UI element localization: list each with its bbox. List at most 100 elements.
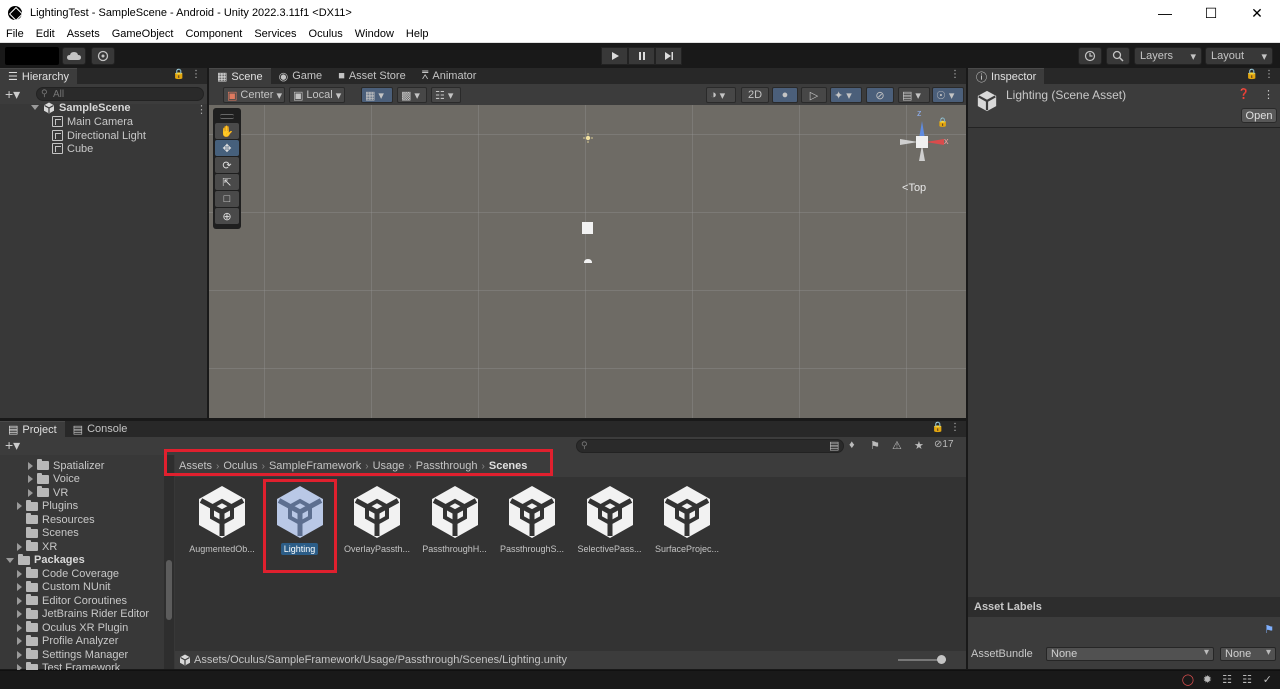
project-tree-item[interactable]: Custom NUnit xyxy=(17,580,110,594)
more-icon[interactable]: ⋮ xyxy=(1263,88,1274,101)
tab-inspector[interactable]: ⓘ Inspector xyxy=(968,68,1045,84)
camera-settings-button[interactable]: ▤ ▾ xyxy=(898,87,930,103)
pivot-center-dropdown[interactable]: ▣ Center ▾ xyxy=(223,87,285,103)
search-icon[interactable] xyxy=(1106,47,1130,65)
palette-grip[interactable] xyxy=(220,114,234,119)
search-by-type-icon[interactable]: ▤ xyxy=(829,439,839,452)
project-tree-item[interactable]: Oculus XR Plugin xyxy=(17,621,128,634)
tab-console[interactable]: ▤ Console xyxy=(65,421,136,437)
menu-component[interactable]: Component xyxy=(179,28,248,40)
project-tree-item[interactable]: Spatializer xyxy=(28,459,104,472)
lock-icon[interactable]: 🔒 xyxy=(932,422,944,433)
account-dropdown[interactable] xyxy=(5,47,59,65)
check-icon[interactable]: ✓ xyxy=(1263,673,1272,686)
menu-assets[interactable]: Assets xyxy=(61,28,106,40)
menu-file[interactable]: File xyxy=(0,28,30,40)
menu-window[interactable]: Window xyxy=(349,28,400,40)
expand-arrow-icon[interactable] xyxy=(28,461,33,470)
more-icon[interactable]: ⋮ xyxy=(196,103,207,116)
asset-item[interactable]: OverlayPassth... xyxy=(340,484,414,555)
tab-hierarchy[interactable]: ☰ Hierarchy xyxy=(0,68,77,84)
collab-icon[interactable] xyxy=(91,47,115,65)
camera-gizmo-icon[interactable] xyxy=(583,256,593,268)
project-tree-item[interactable]: Code Coverage xyxy=(17,567,119,580)
project-tree-item[interactable]: VR xyxy=(28,486,68,499)
menu-gameobject[interactable]: GameObject xyxy=(106,28,180,40)
lock-icon[interactable]: 🔒 xyxy=(1246,69,1258,80)
asset-item[interactable]: SurfaceProjec... xyxy=(650,484,724,555)
menu-services[interactable]: Services xyxy=(248,28,302,40)
cube-object[interactable] xyxy=(582,222,593,234)
asset-bundle-variant-dropdown[interactable]: None xyxy=(1220,647,1276,661)
hierarchy-item-directional-light[interactable]: Directional Light xyxy=(52,129,146,142)
asset-item[interactable]: PassthroughH... xyxy=(418,484,492,555)
hand-tool-icon[interactable]: ✋ xyxy=(215,123,239,139)
add-icon[interactable]: +▾ xyxy=(5,437,20,454)
orientation-gizmo[interactable]: z x xyxy=(892,108,952,178)
project-tree-item[interactable]: XR xyxy=(17,540,57,553)
collapse-arrow-icon[interactable] xyxy=(6,557,14,563)
asset-item[interactable]: AugmentedOb... xyxy=(185,484,259,555)
scrollbar-thumb[interactable] xyxy=(166,560,172,620)
audio-toggle-button[interactable]: ▷ xyxy=(801,87,827,103)
expand-arrow-icon[interactable] xyxy=(17,542,22,551)
scene-viewport[interactable]: ✋ ✥ ⟳ ⇱ □ ⊕ 🔒 z x <Top xyxy=(209,105,966,418)
project-tree-scrollbar[interactable] xyxy=(164,455,174,669)
project-tree-item[interactable]: Plugins xyxy=(17,499,78,513)
view-orientation-label[interactable]: <Top xyxy=(902,182,926,194)
tab-scene[interactable]: ▦ Scene xyxy=(209,68,271,84)
space-local-dropdown[interactable]: ▣ Local ▾ xyxy=(289,87,345,103)
hierarchy-search-input[interactable]: ⚲ All xyxy=(36,87,204,101)
open-button[interactable]: Open xyxy=(1241,108,1277,123)
expand-arrow-icon[interactable] xyxy=(17,637,22,645)
project-tree-item[interactable]: Profile Analyzer xyxy=(17,634,118,648)
move-tool-icon[interactable]: ✥ xyxy=(215,140,239,156)
more-icon[interactable]: ⋮ xyxy=(191,69,201,80)
rect-tool-icon[interactable]: □ xyxy=(215,191,239,207)
grid-snap-button[interactable]: ▦ ▾ xyxy=(361,87,393,103)
incremental-snap-button[interactable]: ☷ ▾ xyxy=(431,87,461,103)
maximize-button[interactable]: ☐ xyxy=(1188,0,1234,26)
menu-oculus[interactable]: Oculus xyxy=(303,28,349,40)
more-icon[interactable]: ⋮ xyxy=(1264,69,1274,80)
expand-arrow-icon[interactable] xyxy=(28,488,33,497)
lock-icon[interactable]: 🔒 xyxy=(173,69,185,80)
expand-arrow-icon[interactable] xyxy=(28,475,33,483)
filter-type-icon[interactable]: ♦ xyxy=(849,439,855,451)
tab-game[interactable]: ◉ Game xyxy=(271,68,331,84)
project-tree-item[interactable]: JetBrains Rider Editor xyxy=(17,607,149,621)
warning-icon[interactable]: ⚠ xyxy=(892,439,902,452)
tag-icon[interactable]: ⚑ xyxy=(1264,623,1274,636)
directional-light-gizmo-icon[interactable] xyxy=(583,133,593,146)
snap-increment-button[interactable]: ▩ ▾ xyxy=(397,87,427,103)
more-icon[interactable]: ⋮ xyxy=(950,422,960,433)
layout-dropdown[interactable]: Layout ▾ xyxy=(1205,47,1273,65)
cloud-icon[interactable] xyxy=(62,47,86,65)
layers-dropdown[interactable]: Layers ▾ xyxy=(1134,47,1202,65)
rotate-tool-icon[interactable]: ⟳ xyxy=(215,157,239,173)
hierarchy-item-main-camera[interactable]: Main Camera xyxy=(52,115,133,128)
bug-icon[interactable]: ✹ xyxy=(1203,673,1212,686)
play-button[interactable] xyxy=(601,47,628,65)
close-button[interactable]: ✕ xyxy=(1234,0,1280,26)
hierarchy-item-cube[interactable]: Cube xyxy=(52,142,93,155)
scale-tool-icon[interactable]: ⇱ xyxy=(215,174,239,190)
asset-item[interactable]: PassthroughS... xyxy=(495,484,569,555)
expand-arrow-icon[interactable] xyxy=(17,596,22,605)
icon-size-slider-knob[interactable] xyxy=(937,655,946,664)
transform-tool-icon[interactable]: ⊕ xyxy=(215,208,239,224)
expand-arrow-icon[interactable] xyxy=(17,610,22,618)
project-search-input[interactable]: ⚲ xyxy=(576,439,844,453)
project-tree-item[interactable]: Voice xyxy=(28,472,80,486)
hidden-packages-toggle[interactable]: ⊘17 xyxy=(934,439,954,450)
expand-arrow-icon[interactable] xyxy=(17,623,22,632)
step-button[interactable] xyxy=(655,47,682,65)
gizmos-button[interactable]: ☉ ▾ xyxy=(932,87,964,103)
asset-item[interactable]: SelectivePass... xyxy=(573,484,647,555)
project-tree-item[interactable]: Editor Coroutines xyxy=(17,594,127,607)
history-icon[interactable] xyxy=(1078,47,1102,65)
pause-button[interactable] xyxy=(628,47,655,65)
menu-edit[interactable]: Edit xyxy=(30,28,61,40)
cache-icon[interactable]: ☷ xyxy=(1222,673,1232,686)
expand-arrow-icon[interactable] xyxy=(17,569,22,578)
